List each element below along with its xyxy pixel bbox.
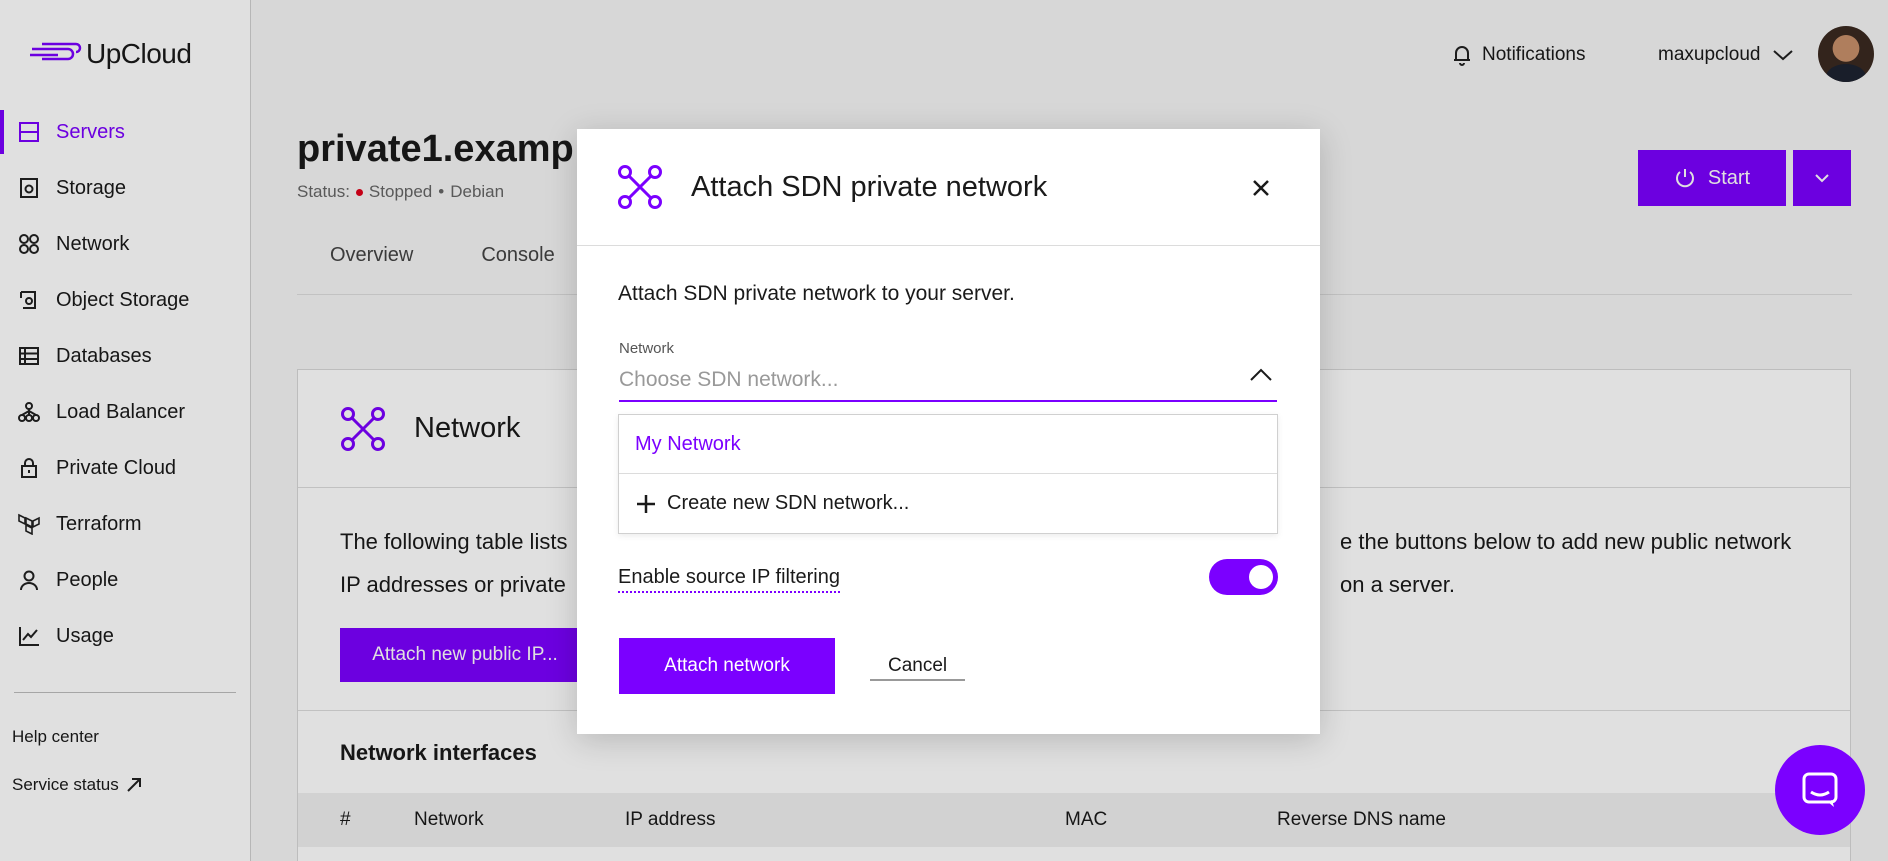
network-option-label: My Network — [635, 432, 741, 455]
network-select[interactable]: Choose SDN network... — [619, 360, 1277, 402]
chat-icon — [1802, 772, 1838, 807]
modal-description: Attach SDN private network to your serve… — [618, 282, 1015, 305]
attach-network-button[interactable]: Attach network — [619, 638, 835, 694]
source-ip-filtering-toggle[interactable] — [1209, 559, 1278, 595]
plus-icon — [637, 494, 655, 513]
network-nodes-icon — [618, 165, 662, 209]
create-sdn-network-label: Create new SDN network... — [667, 492, 910, 514]
modal-title: Attach SDN private network — [691, 170, 1048, 203]
close-button[interactable] — [1246, 173, 1276, 203]
create-sdn-network-option[interactable]: Create new SDN network... — [619, 474, 1277, 533]
toggle-knob — [1249, 565, 1273, 589]
attach-network-label: Attach network — [664, 655, 790, 676]
modal-header: Attach SDN private network — [577, 129, 1320, 246]
chevron-up-icon — [1250, 368, 1272, 381]
network-select-placeholder: Choose SDN network... — [619, 368, 839, 391]
network-dropdown-list: My Network Create new SDN network... — [618, 414, 1278, 534]
chat-support-button[interactable] — [1775, 745, 1865, 835]
cancel-label: Cancel — [888, 655, 948, 676]
source-ip-filtering-label[interactable]: Enable source IP filtering — [618, 566, 840, 593]
network-field-label: Network — [619, 340, 675, 357]
cancel-button[interactable]: Cancel — [870, 655, 966, 681]
close-icon — [1253, 180, 1269, 196]
network-option[interactable]: My Network — [619, 415, 1277, 474]
attach-sdn-network-modal: Attach SDN private network Attach SDN pr… — [577, 129, 1320, 734]
